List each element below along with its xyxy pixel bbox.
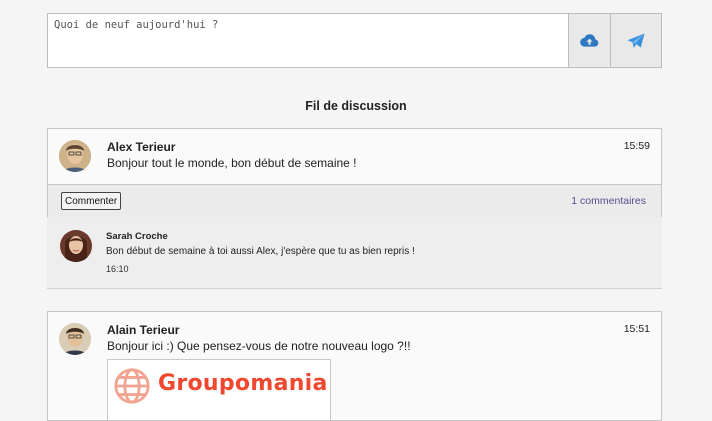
post-time: 15:59 — [623, 140, 650, 152]
post-actions: Commenter 1 commentaires — [48, 184, 661, 217]
post-composer — [47, 13, 662, 68]
comment-time: 16:10 — [106, 264, 129, 274]
globe-icon — [114, 368, 150, 404]
post-author: Alain Terieur — [107, 323, 180, 337]
avatar — [59, 140, 91, 172]
comment-button[interactable]: Commenter — [61, 192, 122, 210]
post-card: Alex Terieur 15:59 Bonjour tout le monde… — [47, 128, 662, 218]
post-header: Alex Terieur 15:59 Bonjour tout le monde… — [48, 129, 661, 184]
post-time: 15:51 — [623, 323, 650, 335]
logo-wordmark: Groupomania — [158, 371, 328, 396]
avatar — [60, 230, 92, 262]
comment-count-link[interactable]: 1 commentaires — [571, 195, 646, 207]
avatar — [59, 323, 91, 355]
send-post-button[interactable] — [610, 14, 661, 67]
paper-plane-icon — [627, 33, 645, 48]
comment-author: Sarah Croche — [106, 231, 168, 242]
comment-item: Sarah Croche Bon début de semaine à toi … — [47, 217, 662, 289]
post-input[interactable] — [48, 14, 568, 67]
post-content: Bonjour tout le monde, bon début de sema… — [107, 156, 357, 170]
comment-text: Bon début de semaine à toi aussi Alex, j… — [106, 246, 415, 257]
upload-image-button[interactable] — [568, 14, 610, 67]
post-author: Alex Terieur — [107, 140, 176, 154]
cloud-upload-icon — [580, 34, 599, 47]
post-content: Bonjour ici :) Que pensez-vous de notre … — [107, 339, 411, 353]
post-image: Groupomania — [107, 359, 331, 421]
post-card: Alain Terieur 15:51 Bonjour ici :) Que p… — [47, 311, 662, 421]
feed-title: Fil de discussion — [305, 99, 407, 113]
